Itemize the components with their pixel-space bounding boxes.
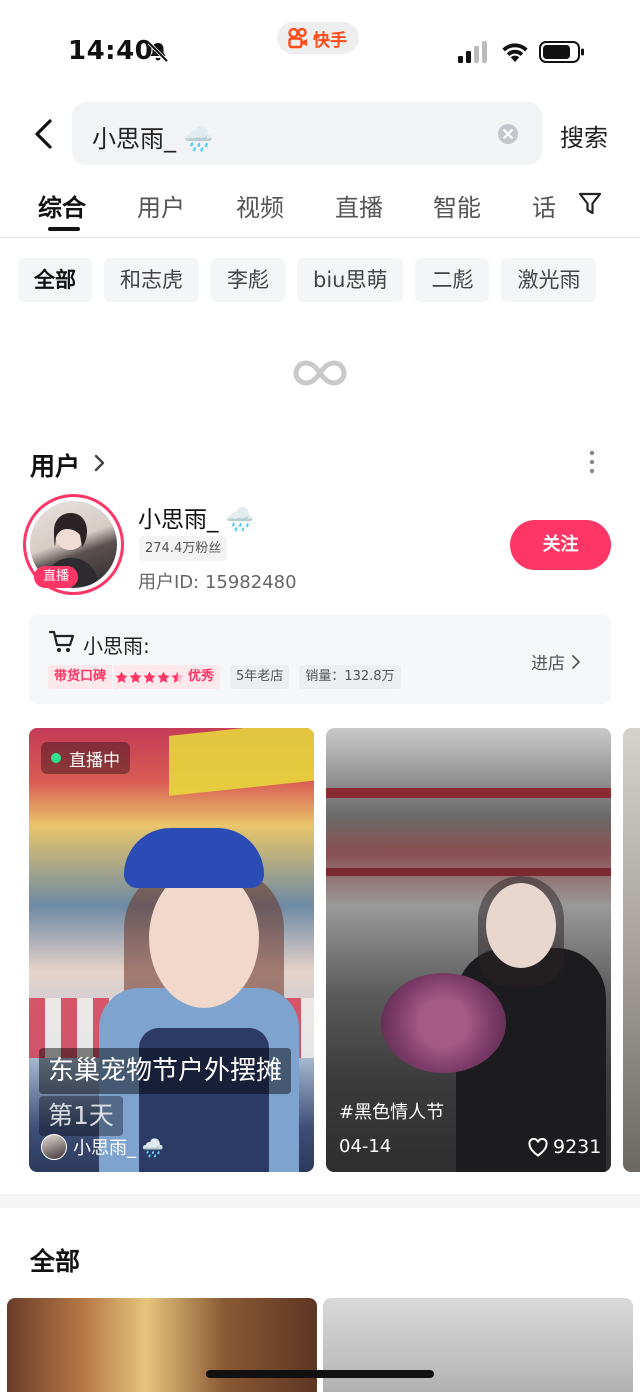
all-section-title: 全部 xyxy=(30,1247,81,1276)
video-date: 04-14 xyxy=(339,1136,392,1157)
tab-topics[interactable]: 话 xyxy=(532,188,556,223)
video-card-partial[interactable] xyxy=(623,728,640,1172)
users-section-title[interactable]: 用户 xyxy=(30,447,80,483)
wifi-icon xyxy=(502,43,528,62)
home-indicator[interactable] xyxy=(206,1370,434,1378)
star-icon xyxy=(157,671,170,683)
live-dot-icon xyxy=(51,753,61,763)
reputation-label: 带货口碑 xyxy=(48,665,113,689)
video-title-line1: 东巢宠物节户外摆摊 xyxy=(39,1048,292,1094)
video-thumbnail-sign xyxy=(169,728,314,796)
video-thumbnail-face xyxy=(486,883,556,968)
battery-icon xyxy=(539,41,584,63)
user-name[interactable]: 小思雨_ 🌧️ xyxy=(138,500,254,534)
video-carousel: 直播中 东巢宠物节户外摆摊 第1天 小思雨_ 🌧️ #黑色情人节 04-14 9… xyxy=(0,728,640,1172)
loading-infinity-icon xyxy=(293,360,347,386)
result-tabs: 综合 用户 视频 直播 智能 话 xyxy=(0,176,640,238)
search-input[interactable]: 小思雨_ 🌧️ xyxy=(72,102,542,165)
enter-shop-label: 进店 xyxy=(531,654,565,674)
chip-hezhihu[interactable]: 和志虎 xyxy=(104,258,199,302)
back-button[interactable] xyxy=(26,112,60,156)
live-badge: 直播 xyxy=(34,566,78,588)
app-indicator-pill[interactable]: 快手 xyxy=(277,22,359,54)
clear-search-icon[interactable] xyxy=(497,123,519,145)
chevron-right-icon xyxy=(572,654,580,669)
search-query-text: 小思雨_ 🌧️ xyxy=(92,125,214,153)
video-card[interactable]: #黑色情人节 04-14 9231 xyxy=(326,728,611,1172)
chip-biusimeng[interactable]: biu思萌 xyxy=(297,258,404,302)
enter-shop-link[interactable]: 进店 xyxy=(531,649,581,674)
star-icon xyxy=(115,671,128,683)
live-status-chip: 直播中 xyxy=(41,742,130,774)
video-likes: 9231 xyxy=(528,1136,601,1158)
author-name: 小思雨_ 🌧️ xyxy=(73,1138,165,1159)
chevron-right-icon[interactable] xyxy=(90,452,108,474)
heart-icon xyxy=(528,1137,548,1157)
tab-smart[interactable]: 智能 xyxy=(433,188,481,223)
live-status-label: 直播中 xyxy=(69,750,120,771)
star-icon xyxy=(143,671,156,683)
filter-chip-row: 全部 和志虎 李彪 biu思萌 二彪 激光雨 xyxy=(18,258,640,302)
bell-off-icon xyxy=(147,41,169,63)
active-tab-indicator xyxy=(48,227,80,231)
reputation-rating: 优秀 xyxy=(112,665,221,689)
user-id: 用户ID: 15982480 xyxy=(138,572,297,593)
video-thumbnail-face xyxy=(149,868,259,1008)
fans-count-badge: 274.4万粉丝 xyxy=(139,536,228,561)
status-bar: 14:40 快手 xyxy=(0,0,640,96)
chip-all[interactable]: 全部 xyxy=(18,258,92,302)
shop-age-tag: 5年老店 xyxy=(230,665,290,689)
video-thumbnail-beam xyxy=(326,868,611,876)
star-rating xyxy=(115,671,184,684)
video-thumbnail-hat xyxy=(124,828,264,888)
reputation-level: 优秀 xyxy=(188,669,215,684)
star-icon xyxy=(129,671,142,683)
cellular-signal-icon xyxy=(458,41,487,63)
search-submit-button[interactable]: 搜索 xyxy=(560,118,608,153)
shop-name: 小思雨: xyxy=(83,634,150,658)
video-card-live[interactable]: 直播中 东巢宠物节户外摆摊 第1天 小思雨_ 🌧️ xyxy=(29,728,314,1172)
shop-sales-tag: 销量：132.8万 xyxy=(299,665,401,689)
video-thumbnail-beam xyxy=(326,788,611,798)
tab-videos[interactable]: 视频 xyxy=(236,188,284,223)
like-count: 9231 xyxy=(553,1136,602,1158)
more-options-icon[interactable] xyxy=(580,449,604,475)
tab-live[interactable]: 直播 xyxy=(335,188,383,223)
chip-libiao[interactable]: 李彪 xyxy=(211,258,285,302)
reputation-tag: 带货口碑 优秀 xyxy=(48,665,221,689)
kuaishou-logo-icon xyxy=(288,27,307,49)
video-title-line2: 第1天 xyxy=(39,1096,123,1136)
filter-icon[interactable] xyxy=(578,191,602,217)
follow-button[interactable]: 关注 xyxy=(510,520,611,570)
shop-card[interactable]: 小思雨: 带货口碑 优秀 5年老店 销量：132.8万 进店 xyxy=(29,615,611,704)
video-hashtag: #黑色情人节 xyxy=(339,1102,445,1123)
shop-tags: 带货口碑 优秀 5年老店 销量：132.8万 xyxy=(48,665,401,689)
chip-erbiao[interactable]: 二彪 xyxy=(415,258,490,302)
tab-users[interactable]: 用户 xyxy=(137,188,185,223)
chevron-left-icon xyxy=(35,119,52,149)
author-avatar xyxy=(41,1134,67,1160)
half-star-icon xyxy=(171,671,184,683)
section-divider xyxy=(0,1194,640,1208)
shopping-cart-icon xyxy=(49,630,75,652)
video-thumbnail-bouquet xyxy=(381,973,506,1073)
app-name: 快手 xyxy=(313,30,347,51)
video-author: 小思雨_ 🌧️ xyxy=(41,1134,164,1160)
status-time: 14:40 xyxy=(68,36,154,66)
tab-comprehensive[interactable]: 综合 xyxy=(38,188,86,223)
chip-jiguangyu[interactable]: 激光雨 xyxy=(501,258,597,302)
